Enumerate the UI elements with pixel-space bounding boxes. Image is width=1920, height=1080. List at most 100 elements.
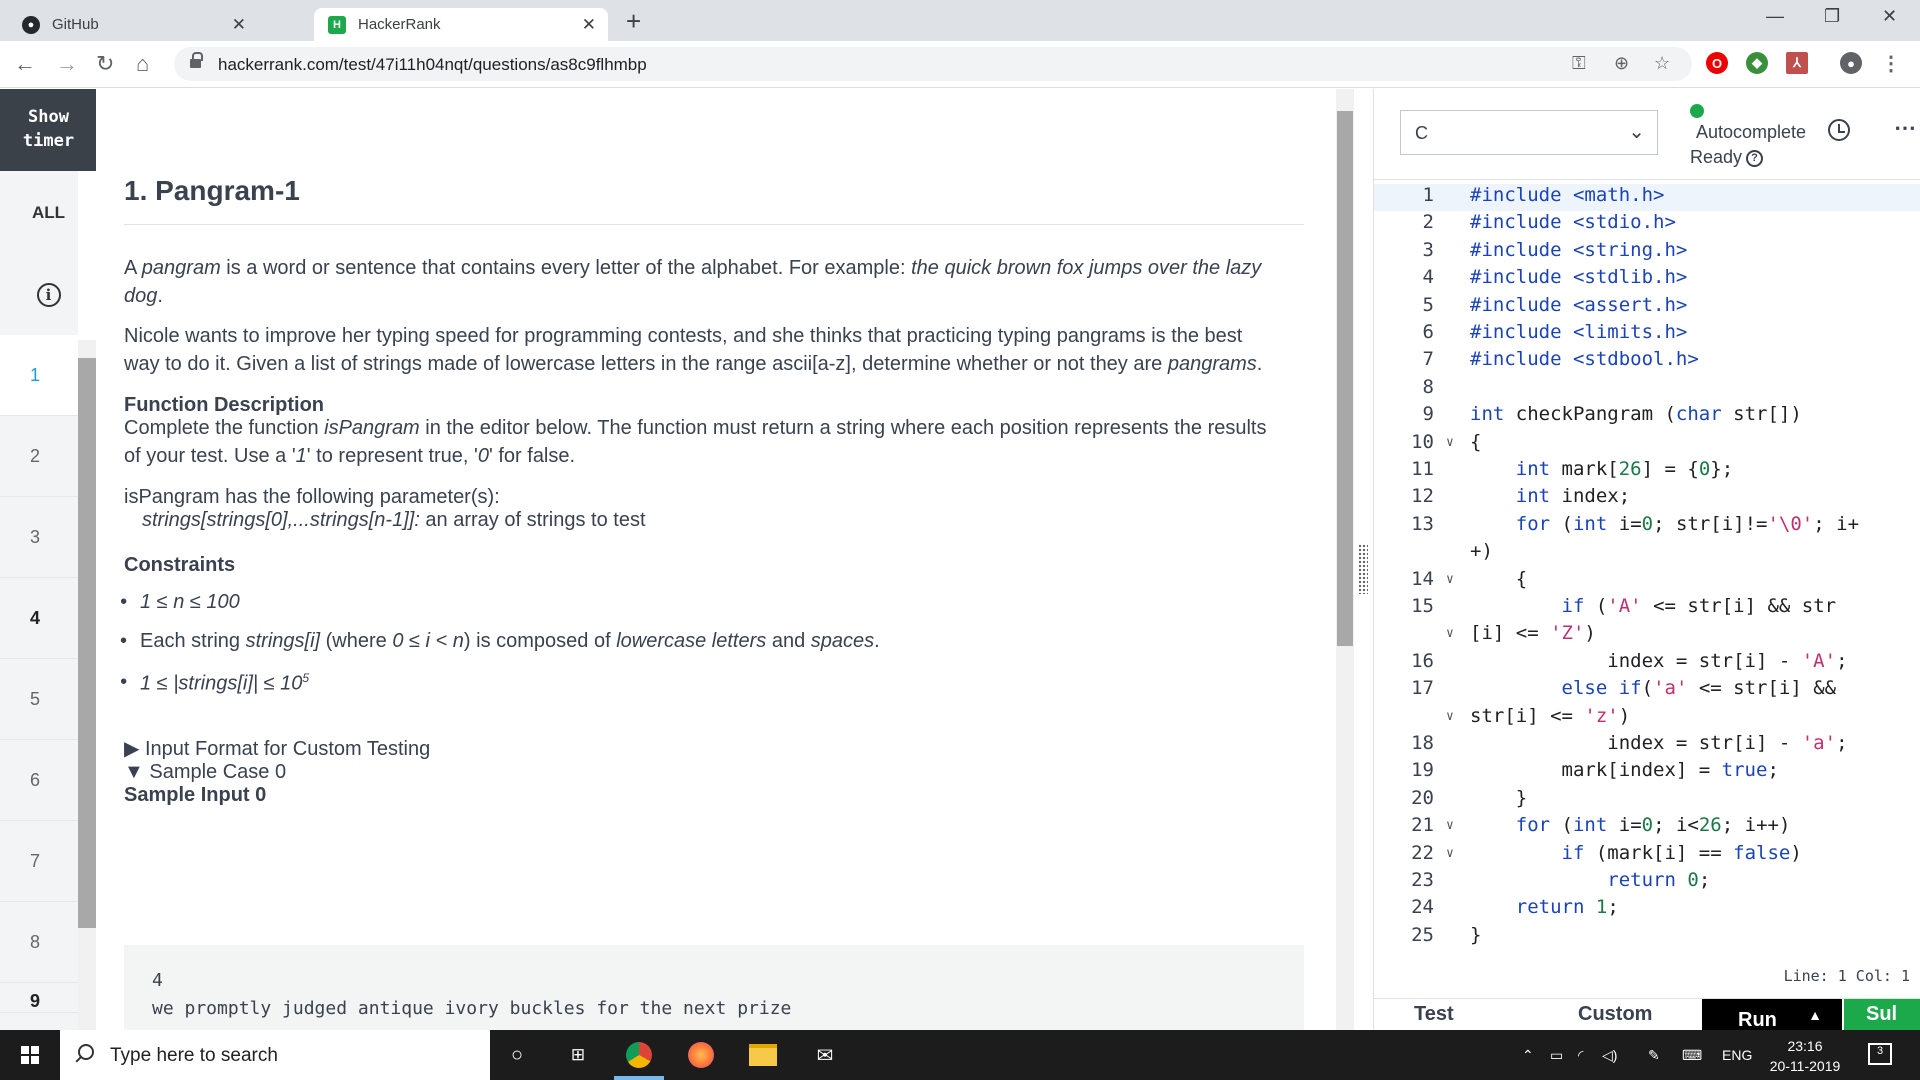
back-icon[interactable]: ← <box>14 51 36 77</box>
opera-extension-icon[interactable]: O <box>1706 52 1728 74</box>
profile-icon[interactable]: ● <box>1840 52 1862 74</box>
code-line[interactable]: 20 } <box>1374 787 1920 814</box>
volume-icon[interactable]: ◁) <box>1602 1047 1617 1064</box>
code-line[interactable]: 13 for (int i=0; str[i]!='\0'; i+ <box>1374 513 1920 540</box>
pen-icon[interactable]: ✎ <box>1648 1047 1660 1064</box>
code-line[interactable]: 15 if ('A' <= str[i] && str <box>1374 595 1920 622</box>
code-line[interactable]: 2 #include <stdio.h> <box>1374 211 1920 238</box>
autocomplete-toggle[interactable]: Autocomplete <box>1696 122 1806 143</box>
pdf-extension-icon[interactable]: ⅄ <box>1786 52 1808 74</box>
language-select[interactable]: C ⌄ <box>1400 110 1658 155</box>
test-tab[interactable]: Test <box>1414 1003 1454 1026</box>
code-line[interactable]: 1 #include <math.h> <box>1374 184 1920 211</box>
drag-handle-icon[interactable] <box>1358 544 1368 594</box>
key-icon[interactable]: ⚿ <box>1572 53 1586 74</box>
fold-chevron-icon[interactable]: ∨ <box>1446 435 1454 450</box>
tab-hackerrank[interactable]: H HackerRank ✕ <box>314 8 608 41</box>
question-item[interactable]: 8 <box>0 902 78 983</box>
history-icon[interactable] <box>1828 119 1850 141</box>
home-icon[interactable]: ⌂ <box>136 51 149 77</box>
fold-chevron-icon[interactable]: ∨ <box>1446 709 1454 724</box>
code-line[interactable]: 14 ∨ { <box>1374 568 1920 595</box>
close-icon[interactable]: ✕ <box>582 15 596 35</box>
taskbar-search[interactable]: Type here to search <box>60 1030 490 1080</box>
zoom-icon[interactable]: ⊕ <box>1614 53 1629 74</box>
fold-chevron-icon[interactable]: ∨ <box>1446 626 1454 641</box>
mail-icon[interactable]: ✉ <box>810 1040 840 1070</box>
forward-icon[interactable]: → <box>56 51 78 77</box>
question-item[interactable]: 1 <box>0 335 78 416</box>
file-explorer-icon[interactable] <box>748 1040 778 1070</box>
question-item[interactable]: 7 <box>0 821 78 902</box>
code-line[interactable]: 4 #include <stdlib.h> <box>1374 266 1920 293</box>
code-line[interactable]: 3 #include <string.h> <box>1374 239 1920 266</box>
fold-chevron-icon[interactable]: ∨ <box>1446 846 1454 861</box>
panel-splitter[interactable] <box>1354 89 1374 1030</box>
extension-icon[interactable]: ◆ <box>1746 52 1768 74</box>
reload-icon[interactable]: ↻ <box>96 51 114 77</box>
question-item[interactable]: 4 <box>0 578 78 659</box>
code-line[interactable]: ∨ [i] <= 'Z') <box>1374 622 1920 649</box>
code-area[interactable]: 1 #include <math.h> 2 #include <stdio.h> 3 #i… <box>1374 184 1920 1054</box>
sidebar-scrollbar[interactable] <box>78 340 96 1030</box>
code-line[interactable]: 25} <box>1374 924 1920 951</box>
code-line[interactable]: 16 index = str[i] - 'A'; <box>1374 650 1920 677</box>
run-button[interactable]: Run ▲ <box>1702 999 1842 1033</box>
show-timer-button[interactable]: Show timer <box>0 89 97 171</box>
address-bar[interactable]: hackerrank.com/test/47i11h04nqt/question… <box>174 47 1692 81</box>
code-line[interactable]: 18 index = str[i] - 'a'; <box>1374 732 1920 759</box>
star-icon[interactable]: ☆ <box>1654 53 1670 74</box>
windows-start-icon[interactable] <box>21 1046 39 1064</box>
code-line[interactable]: 12 int index; <box>1374 485 1920 512</box>
code-line[interactable]: 21 ∨ for (int i=0; i<26; i++) <box>1374 814 1920 841</box>
keyboard-icon[interactable]: ⌨ <box>1682 1047 1702 1064</box>
custom-tab[interactable]: Custom <box>1578 1003 1652 1026</box>
submit-button[interactable]: Sul <box>1844 999 1920 1033</box>
clock[interactable]: 23:16 20-11-2019 <box>1768 1036 1842 1076</box>
code-line[interactable]: +) <box>1374 540 1920 567</box>
code-line[interactable]: 24 return 1; <box>1374 896 1920 923</box>
info-button[interactable]: i <box>0 255 97 335</box>
task-view-icon[interactable]: ⊞ <box>563 1040 593 1070</box>
battery-icon[interactable]: ▭ <box>1550 1047 1563 1064</box>
chrome-icon[interactable] <box>624 1040 654 1070</box>
all-questions-tab[interactable]: ALL <box>0 171 97 255</box>
more-icon[interactable]: ⋯ <box>1894 115 1916 141</box>
scrollbar-thumb[interactable] <box>78 358 96 928</box>
code-line[interactable]: 5 #include <assert.h> <box>1374 294 1920 321</box>
close-window-button[interactable]: ✕ <box>1882 6 1897 27</box>
question-item[interactable]: 9 <box>0 983 78 1013</box>
code-line[interactable]: 23 return 0; <box>1374 869 1920 896</box>
fold-chevron-icon[interactable]: ∨ <box>1446 572 1454 587</box>
cortana-icon[interactable]: ○ <box>502 1040 532 1070</box>
menu-icon[interactable]: ⋮ <box>1880 52 1902 75</box>
firefox-icon[interactable] <box>686 1040 716 1070</box>
problem-scrollbar[interactable] <box>1336 89 1354 1030</box>
code-line[interactable]: 19 mark[index] = true; <box>1374 759 1920 786</box>
tab-github[interactable]: ● GitHub ✕ <box>8 8 258 41</box>
code-line[interactable]: 17 else if('a' <= str[i] && <box>1374 677 1920 704</box>
restore-button[interactable]: ❐ <box>1824 6 1840 27</box>
fold-chevron-icon[interactable]: ∨ <box>1446 818 1454 833</box>
code-line[interactable]: 10 ∨ { <box>1374 431 1920 458</box>
new-tab-button[interactable]: + <box>626 6 641 37</box>
close-icon[interactable]: ✕ <box>232 15 246 35</box>
code-line[interactable]: 8 <box>1374 376 1920 403</box>
code-line[interactable]: 22 ∨ if (mark[i] == false) <box>1374 842 1920 869</box>
question-item[interactable]: 6 <box>0 740 78 821</box>
question-item[interactable]: 5 <box>0 659 78 740</box>
language-indicator[interactable]: ENG <box>1722 1047 1752 1063</box>
code-line[interactable]: 7 #include <stdbool.h> <box>1374 348 1920 375</box>
question-item[interactable]: 2 <box>0 416 78 497</box>
tray-overflow-icon[interactable]: ⌃ <box>1522 1047 1534 1064</box>
help-icon[interactable]: ? <box>1746 149 1764 167</box>
minimize-button[interactable]: — <box>1766 6 1784 27</box>
wifi-icon[interactable]: ◜ <box>1578 1047 1583 1064</box>
notification-icon[interactable]: 3 <box>1868 1043 1892 1065</box>
code-line[interactable]: 6 #include <limits.h> <box>1374 321 1920 348</box>
question-item[interactable]: 3 <box>0 497 78 578</box>
code-line[interactable]: 9 int checkPangram (char str[]) <box>1374 403 1920 430</box>
scrollbar-thumb[interactable] <box>1337 111 1353 646</box>
code-line[interactable]: ∨ str[i] <= 'z') <box>1374 705 1920 732</box>
code-line[interactable]: 11 int mark[26] = {0}; <box>1374 458 1920 485</box>
